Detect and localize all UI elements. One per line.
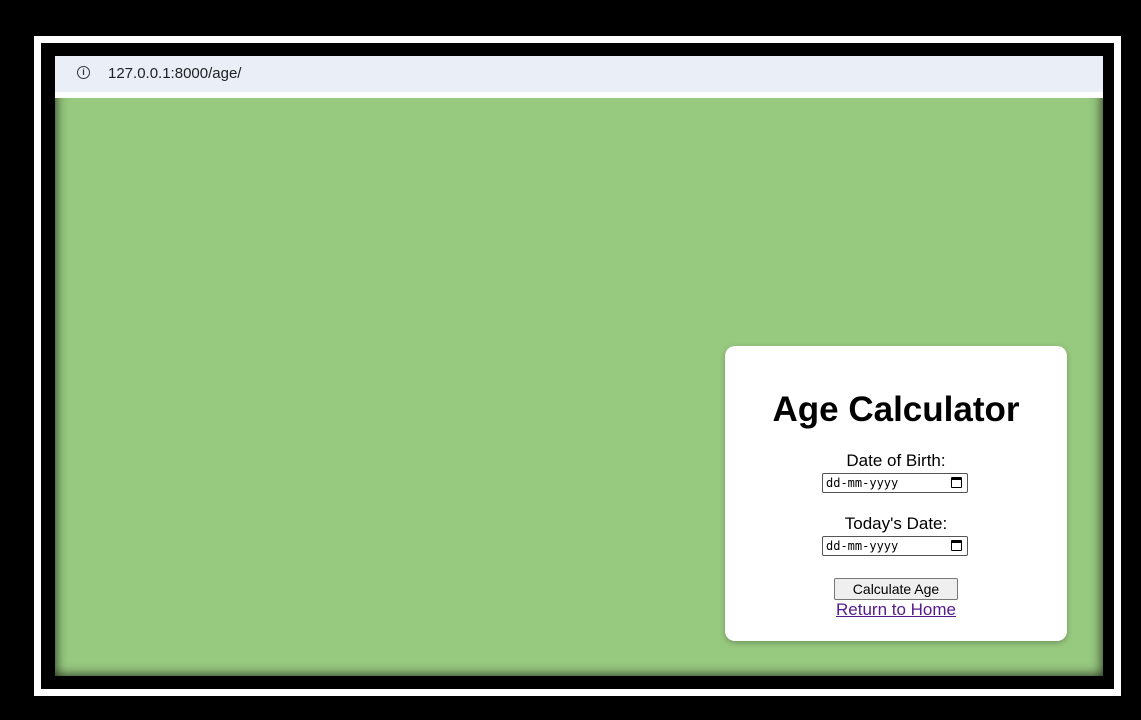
url-text[interactable]: 127.0.0.1:8000/age/ — [108, 65, 241, 82]
today-input[interactable]: dd-mm-yyyy — [822, 536, 968, 556]
page-title: Age Calculator — [772, 390, 1020, 429]
calculate-age-button[interactable]: Calculate Age — [834, 578, 958, 600]
calendar-icon[interactable] — [951, 540, 962, 551]
info-icon[interactable]: i — [77, 66, 90, 79]
today-input-value: dd-mm-yyyy — [826, 539, 899, 553]
outer-frame: i 127.0.0.1:8000/age/ Age Calculator Dat… — [0, 0, 1141, 720]
today-label: Today's Date: — [844, 514, 948, 533]
dob-input[interactable]: dd-mm-yyyy — [822, 473, 968, 493]
return-home-link[interactable]: Return to Home — [725, 600, 1067, 620]
dob-label: Date of Birth: — [846, 451, 946, 470]
address-bar[interactable]: i 127.0.0.1:8000/age/ — [55, 56, 1103, 98]
dob-input-value: dd-mm-yyyy — [826, 476, 899, 490]
age-calculator-card: Age Calculator Date of Birth: dd-mm-yyyy… — [725, 346, 1067, 641]
browser-window: i 127.0.0.1:8000/age/ Age Calculator Dat… — [55, 56, 1103, 676]
calendar-icon[interactable] — [951, 477, 962, 488]
